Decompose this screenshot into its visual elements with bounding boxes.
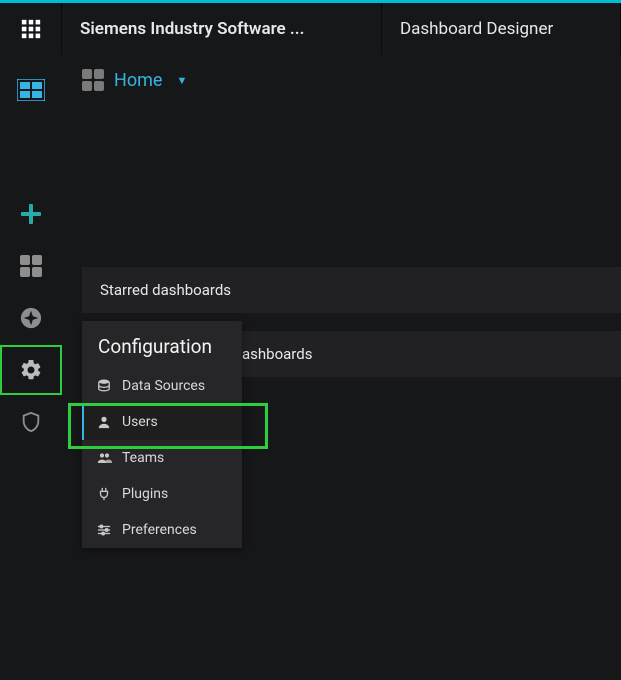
topbar: Siemens Industry Software ... Dashboard … xyxy=(0,0,621,55)
sidebar-item-create[interactable] xyxy=(0,189,62,239)
database-icon xyxy=(96,379,112,393)
config-item-label: Teams xyxy=(122,450,164,466)
starred-panel-title: Starred dashboards xyxy=(100,281,231,299)
caret-down-icon: ▼ xyxy=(176,74,187,87)
sidebar-item-explore[interactable] xyxy=(0,293,62,343)
shield-icon xyxy=(20,411,42,433)
configuration-menu: Configuration Data Sources Users Teams P… xyxy=(82,321,242,548)
users-icon xyxy=(96,451,112,465)
sidebar-item-dashboard[interactable] xyxy=(0,65,62,115)
config-item-teams[interactable]: Teams xyxy=(82,440,242,476)
config-item-label: Plugins xyxy=(122,486,168,502)
configuration-menu-title: Configuration xyxy=(82,321,242,368)
dashboard-panel-icon xyxy=(17,79,45,101)
apps-grid-icon xyxy=(20,18,42,40)
config-item-plugins[interactable]: Plugins xyxy=(82,476,242,512)
sidebar xyxy=(0,55,62,680)
plus-icon xyxy=(21,204,41,224)
apps-button[interactable] xyxy=(0,3,62,55)
compass-icon xyxy=(20,307,42,329)
sidebar-item-dashboards[interactable] xyxy=(0,241,62,291)
breadcrumb[interactable]: Home ▼ xyxy=(62,55,621,105)
config-item-label: Preferences xyxy=(122,522,197,538)
recent-panel-title-fragment: ashboards xyxy=(242,345,312,363)
config-item-label: Data Sources xyxy=(122,378,205,394)
company-name[interactable]: Siemens Industry Software ... xyxy=(62,3,382,55)
sliders-icon xyxy=(96,523,112,537)
breadcrumb-home-label: Home xyxy=(114,70,162,91)
config-item-label: Users xyxy=(122,414,158,430)
user-icon xyxy=(96,415,112,429)
config-item-data-sources[interactable]: Data Sources xyxy=(82,368,242,404)
app-name[interactable]: Dashboard Designer xyxy=(382,3,621,55)
plug-icon xyxy=(96,487,112,501)
starred-panel[interactable]: Starred dashboards xyxy=(82,267,621,313)
gear-icon xyxy=(19,358,43,382)
sidebar-item-admin[interactable] xyxy=(0,397,62,447)
sidebar-item-configuration[interactable] xyxy=(0,345,62,395)
config-item-users[interactable]: Users xyxy=(82,404,242,440)
home-tiles-icon xyxy=(82,69,104,91)
config-item-preferences[interactable]: Preferences xyxy=(82,512,242,548)
squares-icon xyxy=(20,255,42,277)
